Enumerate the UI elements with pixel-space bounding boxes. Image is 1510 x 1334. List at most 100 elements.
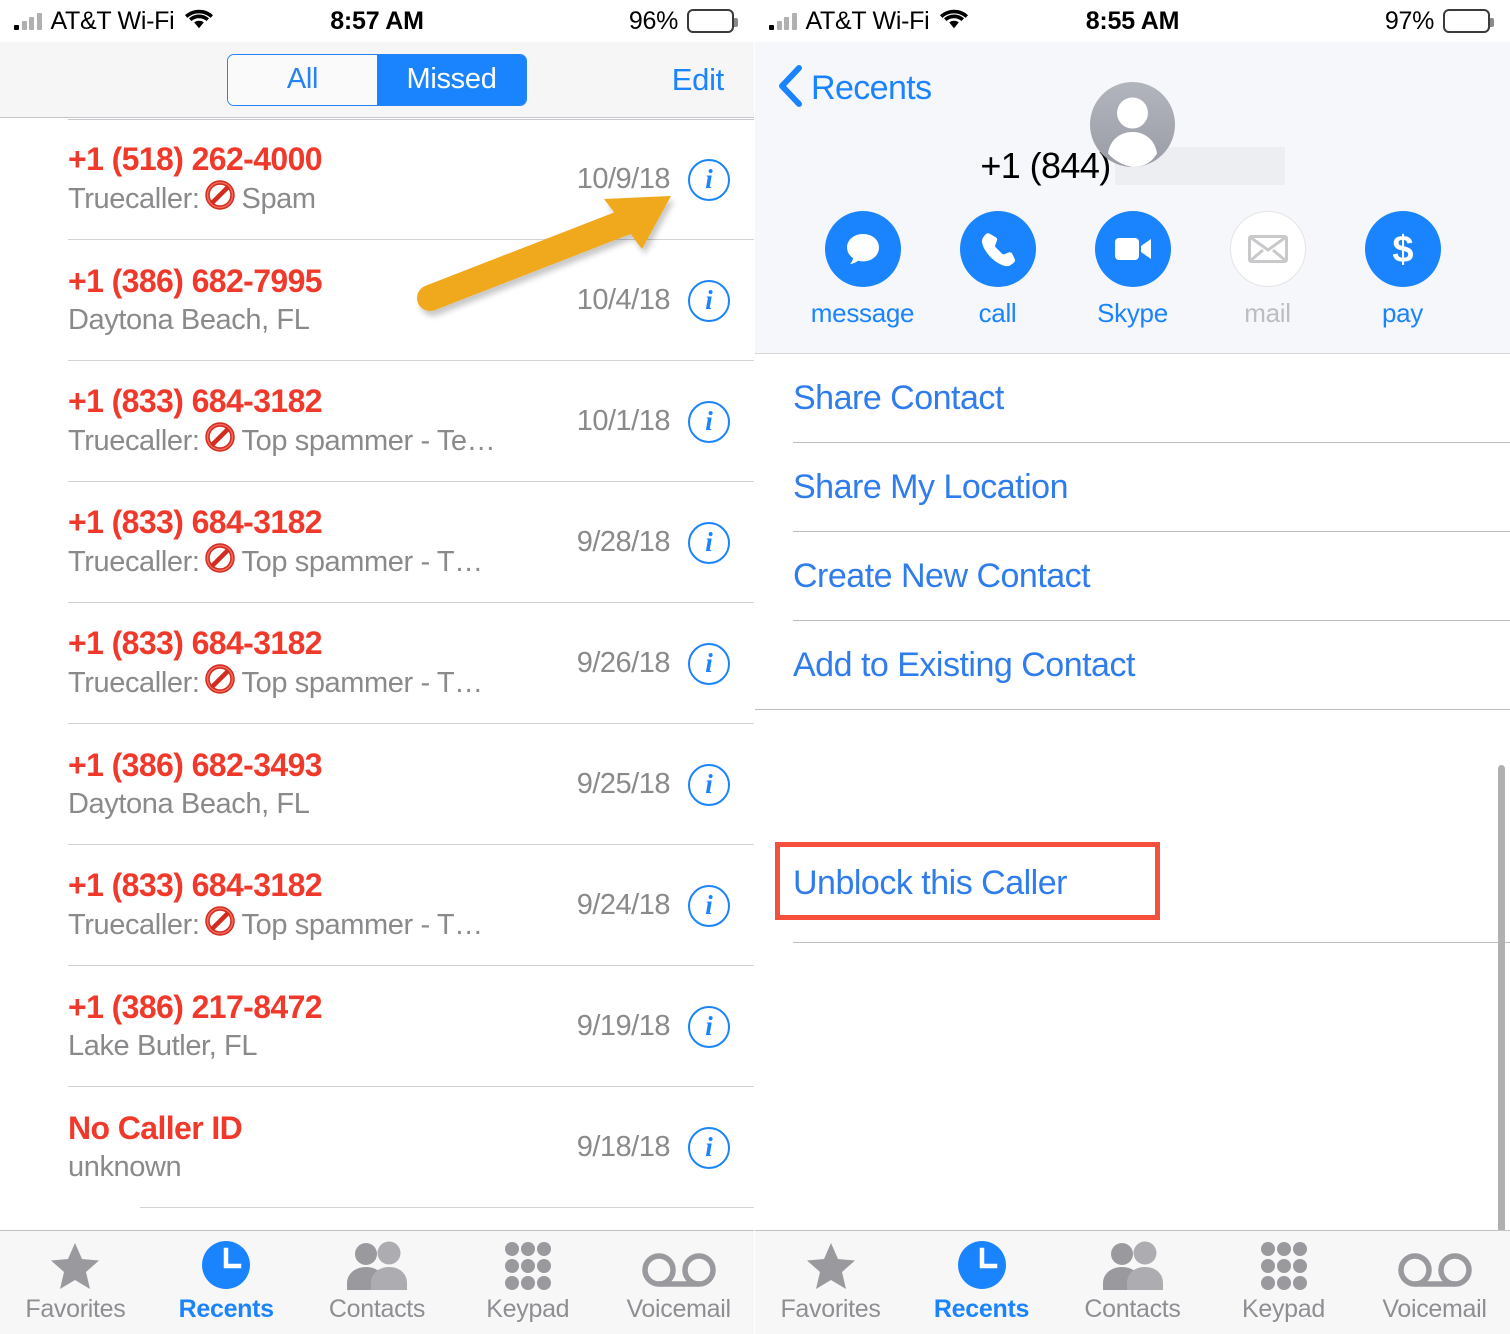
tab-label: Contacts	[328, 1295, 426, 1323]
call-log-row[interactable]: +1 (386) 682-7995 Daytona Beach, FL 10/4/1…	[0, 240, 754, 361]
menu-item-add-to-existing-contact[interactable]: Add to Existing Contact	[755, 621, 1510, 710]
action-label: Skype	[1097, 298, 1168, 328]
carrier-label: AT&T Wi-Fi	[50, 6, 175, 35]
star-icon	[49, 1241, 101, 1291]
signal-bars-icon	[14, 12, 42, 30]
menu-item-share-my-location[interactable]: Share My Location	[755, 443, 1510, 532]
call-number: +1 (833) 684-3182	[68, 503, 323, 540]
call-info-button[interactable]: i	[688, 400, 730, 443]
video-camera-icon[interactable]	[1094, 211, 1171, 287]
call-log-row[interactable]: +1 (518) 262-4000 Truecaller: Spam 10/9/18 i	[0, 119, 754, 240]
tab-voicemail[interactable]: Voicemail	[603, 1241, 754, 1324]
call-sub-prefix: Truecaller:	[68, 425, 200, 458]
contact-actions-row[interactable]: message call Skype mail $ pay	[755, 197, 1510, 354]
call-info-button[interactable]: i	[688, 642, 730, 685]
call-row-trailing: 9/18/18 i	[576, 1126, 730, 1169]
action-skype[interactable]: Skype	[1065, 211, 1200, 329]
call-sub-suffix: Top spammer - T…	[241, 909, 484, 942]
tab-keypad[interactable]: Keypad	[452, 1241, 603, 1324]
spam-block-icon	[204, 180, 235, 219]
spam-block-icon	[204, 664, 235, 703]
keypad-icon	[1258, 1241, 1310, 1291]
status-bar-left: AT&T Wi-Fi 8:57 AM 96%	[0, 0, 754, 42]
call-info-button[interactable]: i	[688, 279, 730, 322]
tab-favorites[interactable]: Favorites	[755, 1241, 906, 1324]
call-row-trailing: 9/24/18 i	[576, 884, 730, 927]
tab-voicemail[interactable]: Voicemail	[1359, 1241, 1510, 1324]
action-call[interactable]: call	[930, 211, 1065, 329]
call-info-button[interactable]: i	[688, 884, 730, 927]
tab-bar-left[interactable]: Favorites Recents Contacts Keypad Voicemail	[0, 1230, 754, 1334]
call-row-main: +1 (833) 684-3182 Truecaller: Top spammer …	[68, 503, 577, 582]
call-number: +1 (833) 684-3182	[68, 382, 323, 419]
call-subtitle: Truecaller: Top spammer - T…	[68, 664, 577, 703]
call-log-row[interactable]: +1 (386) 217-8472 Lake Butler, FL 9/19/18 i	[0, 966, 754, 1087]
back-to-recents-button[interactable]: Recents	[777, 65, 932, 112]
call-date: 9/18/18	[576, 1131, 671, 1163]
call-info-button[interactable]: i	[688, 1005, 730, 1048]
call-date: 9/24/18	[576, 889, 671, 921]
tab-bar-right[interactable]: Favorites Recents Contacts Keypad Voicemail	[755, 1230, 1510, 1334]
unblock-caller-row[interactable]: Unblock this Caller	[755, 836, 1510, 943]
action-message[interactable]: message	[795, 211, 930, 329]
row-divider	[140, 1207, 754, 1208]
spam-block-icon	[204, 422, 235, 461]
call-subtitle: Lake Butler, FL	[68, 1028, 577, 1064]
message-bubble-icon[interactable]	[824, 211, 901, 287]
call-row-trailing: 9/19/18 i	[576, 1005, 730, 1048]
unblock-row-divider	[793, 942, 1510, 943]
call-log-row[interactable]: +1 (386) 682-3493 Daytona Beach, FL 9/25/1…	[0, 724, 754, 845]
status-bar-right: AT&T Wi-Fi 8:55 AM 97%	[755, 0, 1510, 42]
call-date: 9/19/18	[576, 1010, 671, 1042]
menu-gap-spacer	[755, 710, 1510, 836]
call-log-row[interactable]: +1 (833) 684-3182 Truecaller: Top spammer …	[0, 603, 754, 724]
call-number: +1 (518) 262-4000	[68, 140, 323, 177]
call-subtitle: Truecaller: Top spammer - T…	[68, 906, 577, 945]
action-label: message	[810, 298, 915, 328]
tab-recents[interactable]: Recents	[906, 1241, 1057, 1324]
call-sub-prefix: Truecaller:	[68, 546, 200, 579]
status-left-group-right: AT&T Wi-Fi	[769, 7, 969, 36]
recent-calls-list[interactable]: +1 (518) 262-4000 Truecaller: Spam 10/9/18 i…	[0, 119, 754, 1230]
call-row-trailing: 10/9/18 i	[577, 158, 730, 201]
back-label: Recents	[811, 69, 932, 107]
menu-item-share-contact[interactable]: Share Contact	[755, 354, 1510, 443]
tab-keypad[interactable]: Keypad	[1208, 1241, 1359, 1324]
call-info-button[interactable]: i	[688, 763, 730, 806]
call-sub-suffix: Top spammer - T…	[241, 667, 484, 700]
dollar-sign-icon[interactable]: $	[1364, 211, 1441, 287]
phone-handset-icon[interactable]	[959, 211, 1036, 287]
tab-contacts[interactable]: Contacts	[302, 1241, 453, 1324]
call-sub-prefix: Truecaller:	[68, 909, 200, 942]
redacted-number-block	[1114, 147, 1285, 185]
recents-nav-bar: All Missed Edit	[0, 42, 754, 118]
call-sub-prefix: Daytona Beach, FL	[68, 788, 310, 821]
call-info-button[interactable]: i	[688, 1126, 730, 1169]
call-date: 10/1/18	[576, 405, 671, 437]
call-log-row[interactable]: No Caller ID unknown 9/18/18 i	[0, 1087, 754, 1208]
tab-contacts[interactable]: Contacts	[1057, 1241, 1208, 1324]
segment-all[interactable]: All	[228, 54, 377, 105]
right-phone-screen: AT&T Wi-Fi 8:55 AM 97% Recents +1 (844) …	[755, 0, 1510, 1334]
keypad-icon	[502, 1241, 554, 1291]
vertical-scrollbar[interactable]	[1498, 765, 1505, 1233]
menu-item-create-new-contact[interactable]: Create New Contact	[755, 532, 1510, 621]
call-log-row[interactable]: +1 (833) 684-3182 Truecaller: Top spammer …	[0, 361, 754, 482]
action-pay[interactable]: $ pay	[1335, 211, 1470, 329]
call-log-row[interactable]: +1 (833) 684-3182 Truecaller: Top spammer …	[0, 482, 754, 603]
tab-label: Keypad	[486, 1295, 570, 1323]
tab-favorites[interactable]: Favorites	[0, 1241, 151, 1324]
contact-options-menu[interactable]: Share Contact Share My Location Create New…	[755, 354, 1510, 710]
call-row-trailing: 9/28/18 i	[577, 521, 730, 564]
contact-nav-bar: Recents	[755, 42, 1510, 167]
segment-missed[interactable]: Missed	[377, 54, 526, 105]
battery-icon	[687, 9, 738, 33]
call-filter-segmented-control[interactable]: All Missed	[227, 53, 527, 106]
tab-recents[interactable]: Recents	[151, 1241, 302, 1324]
chevron-left-icon	[777, 65, 803, 112]
svg-text:$: $	[1392, 229, 1413, 271]
call-info-button[interactable]: i	[688, 158, 730, 201]
edit-button[interactable]: Edit	[672, 62, 725, 98]
call-log-row[interactable]: +1 (833) 684-3182 Truecaller: Top spammer …	[0, 845, 754, 966]
call-info-button[interactable]: i	[688, 521, 730, 564]
